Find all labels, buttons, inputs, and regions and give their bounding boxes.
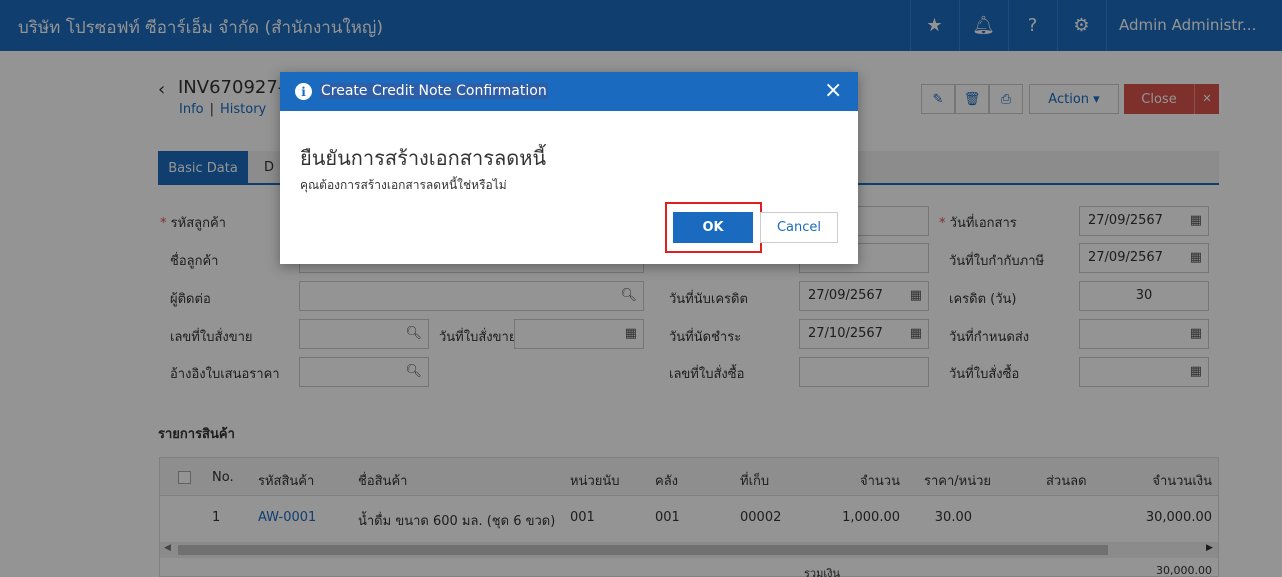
dialog-heading: ยืนยันการสร้างเอกสารลดหนี้ [300,146,547,170]
confirmation-dialog: i Create Credit Note Confirmation × ยืนย… [280,72,858,264]
dialog-message: คุณต้องการสร้างเอกสารลดหนี้ใช่หรือไม่ [300,178,507,192]
close-icon[interactable]: × [824,78,842,103]
dialog-header: i Create Credit Note Confirmation × [280,72,858,111]
info-icon: i [295,83,312,100]
dialog-title: Create Credit Note Confirmation [320,83,548,99]
cancel-button[interactable]: Cancel [760,212,838,243]
ok-button[interactable]: OK [673,212,753,243]
